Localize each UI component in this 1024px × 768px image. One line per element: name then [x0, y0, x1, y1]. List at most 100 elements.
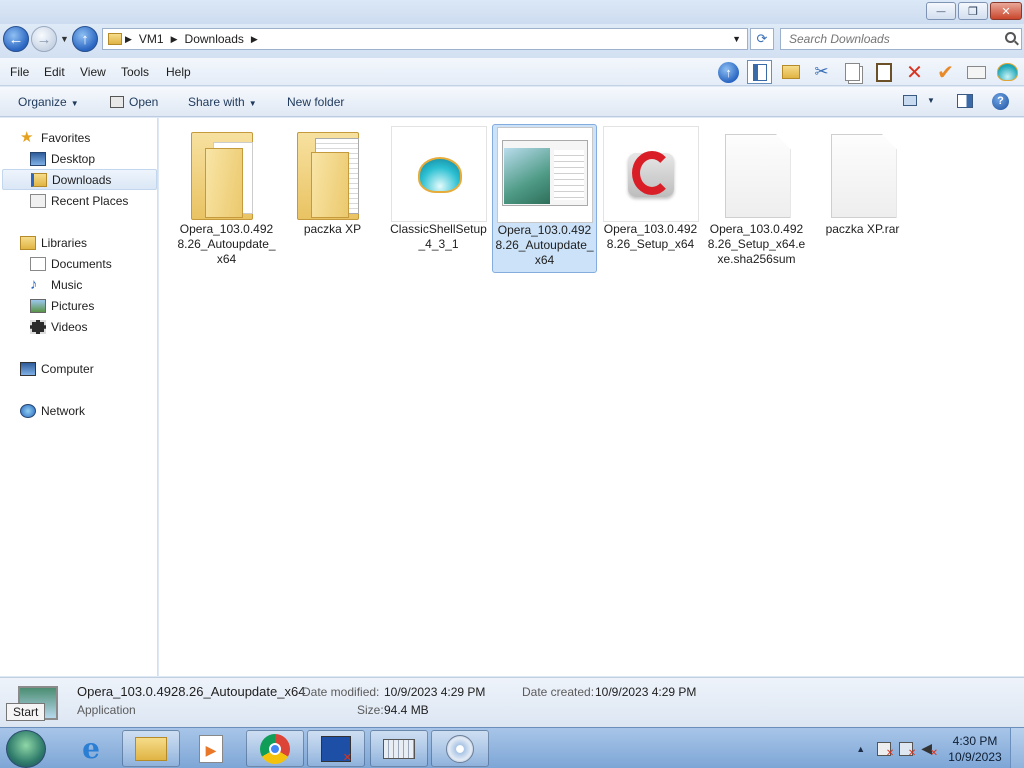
nav-downloads[interactable]: Downloads	[2, 169, 157, 190]
date-modified-label: Date modified:	[302, 685, 380, 699]
nav-network[interactable]: Network	[0, 400, 157, 421]
file-item[interactable]: Opera_103.0.4928.26_Setup_x64	[598, 124, 703, 256]
taskbar-chrome[interactable]	[246, 730, 304, 767]
paste-button[interactable]	[871, 60, 896, 84]
folders-pane-button[interactable]	[747, 60, 772, 84]
change-view-icon[interactable]	[903, 95, 917, 106]
nav-documents[interactable]: Documents	[0, 253, 157, 274]
menu-edit[interactable]: Edit	[44, 65, 65, 79]
file-item[interactable]: ClassicShellSetup_4_3_1	[386, 124, 491, 256]
nav-libraries[interactable]: Libraries	[0, 232, 157, 253]
nav-recent-places[interactable]: Recent Places	[0, 190, 157, 211]
details-pane: Opera_103.0.4928.26_Autoupdate_x64 Appli…	[0, 677, 1024, 727]
search-icon[interactable]	[1005, 32, 1016, 43]
star-icon: ★	[20, 128, 34, 146]
breadcrumb-downloads[interactable]: Downloads	[181, 32, 248, 46]
share-with-button[interactable]: Share with ▼	[188, 95, 257, 109]
volume-muted-icon[interactable]: ◀ ✕	[921, 740, 938, 759]
preview-pane-icon[interactable]	[957, 94, 973, 108]
date-created-label: Date created:	[522, 685, 595, 699]
view-options-dropdown-icon[interactable]: ▼	[927, 96, 935, 105]
nav-videos[interactable]: Videos	[0, 316, 157, 337]
nav-documents-label: Documents	[51, 256, 112, 271]
file-item[interactable]: Opera_103.0.4928.26_Autoupdate_x64	[174, 124, 279, 271]
delete-button[interactable]: ✕	[902, 60, 927, 84]
file-name: Opera_103.0.4928.26_Setup_x64.exe.sha256…	[707, 222, 806, 266]
open-button[interactable]: Open	[110, 95, 158, 109]
classic-shell-icon	[390, 126, 487, 222]
taskbar-windows-explorer[interactable]	[122, 730, 180, 767]
taskbar-installer-app[interactable]	[431, 730, 489, 767]
pictures-icon	[30, 298, 46, 313]
email-button[interactable]	[964, 60, 989, 84]
start-button[interactable]	[6, 730, 46, 768]
file-name: paczka XP	[303, 222, 362, 236]
refresh-button[interactable]: ⟳	[750, 28, 774, 50]
show-hidden-icons-icon[interactable]: ▲	[856, 744, 865, 754]
show-desktop-button[interactable]	[1010, 728, 1024, 768]
close-icon: ✕	[1001, 5, 1011, 18]
opera-icon	[602, 126, 699, 222]
classic-shell-settings-button[interactable]	[995, 60, 1020, 84]
network-icon	[20, 403, 36, 418]
forward-button[interactable]: →	[31, 26, 57, 52]
network-status-icon[interactable]: ✕	[899, 741, 916, 759]
menu-tools[interactable]: Tools	[121, 65, 149, 79]
search-box[interactable]	[780, 28, 1022, 50]
recent-pages-dropdown[interactable]: ▼	[60, 34, 69, 44]
up-folder-button[interactable]: ↑	[716, 60, 741, 84]
file-name: Opera_103.0.4928.26_Autoupdate_x64	[177, 222, 276, 266]
nav-computer[interactable]: Computer	[0, 358, 157, 379]
nav-favorites[interactable]: ★ Favorites	[0, 127, 157, 148]
breadcrumb-separator-icon[interactable]: ▶	[248, 34, 261, 45]
nav-pictures[interactable]: Pictures	[0, 295, 157, 316]
date-created-value: 10/9/2023 4:29 PM	[595, 685, 697, 699]
checkmark-icon: ✔	[937, 61, 954, 84]
restore-button[interactable]: ❐	[958, 2, 988, 20]
clock-time: 4:30 PM	[952, 733, 998, 748]
copy-button[interactable]	[840, 60, 865, 84]
breadcrumb-separator-icon[interactable]: ▶	[168, 34, 181, 45]
file-item-selected[interactable]: Opera_103.0.4928.26_Autoupdate_x64	[492, 124, 597, 273]
up-button[interactable]: ↑	[72, 26, 98, 52]
minimize-button[interactable]: —	[926, 2, 956, 20]
address-bar[interactable]: ▶ VM1 ▶ Downloads ▶ ▼	[102, 28, 748, 50]
breadcrumb-vm1[interactable]: VM1	[135, 32, 168, 46]
taskbar-internet-explorer[interactable]: e	[62, 730, 120, 767]
cut-button[interactable]: ✂	[809, 60, 834, 84]
close-button[interactable]: ✕	[990, 2, 1022, 20]
nav-desktop-label: Desktop	[51, 151, 96, 166]
breadcrumb-separator-icon[interactable]: ▶	[122, 34, 135, 45]
delete-x-icon: ✕	[906, 61, 923, 84]
taskbar-clock[interactable]: 4:30 PM 10/9/2023	[940, 733, 1010, 765]
menu-view[interactable]: View	[80, 65, 106, 79]
scissors-icon: ✂	[814, 62, 829, 81]
nav-desktop[interactable]: Desktop	[0, 148, 157, 169]
file-item[interactable]: Opera_103.0.4928.26_Setup_x64.exe.sha256…	[704, 124, 809, 271]
taskbar-media-player[interactable]: ▶	[182, 730, 240, 767]
help-icon[interactable]: ?	[992, 93, 1009, 110]
nav-network-label: Network	[41, 403, 86, 418]
back-button[interactable]: ←	[3, 26, 29, 52]
menu-help[interactable]: Help	[166, 65, 191, 79]
classic-toolbar: ↑ ✂ ✕ ✔	[716, 60, 1020, 84]
new-folder-button[interactable]: New folder	[287, 95, 344, 109]
blank-file-icon	[815, 126, 911, 222]
file-list[interactable]: Opera_103.0.4928.26_Autoupdate_x64 paczk…	[159, 118, 1024, 676]
folder-options-button[interactable]	[778, 60, 803, 84]
file-item[interactable]: paczka XP.rar	[810, 124, 915, 241]
taskbar-active-window[interactable]: ✕	[307, 730, 365, 767]
folder-icon	[108, 33, 122, 45]
menu-file[interactable]: File	[10, 65, 29, 79]
taskbar-keyboard-app[interactable]	[370, 730, 428, 767]
organize-button[interactable]: Organize ▼	[18, 95, 79, 109]
nav-pictures-label: Pictures	[51, 298, 95, 313]
file-item[interactable]: paczka XP	[280, 124, 385, 241]
address-dropdown-icon[interactable]: ▼	[732, 34, 747, 44]
navigation-pane: ★ Favorites Desktop Downloads Recent Plac…	[0, 118, 158, 676]
nav-music[interactable]: ♪ Music	[0, 274, 157, 295]
action-center-flag-icon[interactable]: ✕	[877, 741, 894, 759]
blank-file-icon	[709, 126, 805, 222]
search-input[interactable]	[781, 29, 991, 49]
properties-button[interactable]: ✔	[933, 60, 958, 84]
